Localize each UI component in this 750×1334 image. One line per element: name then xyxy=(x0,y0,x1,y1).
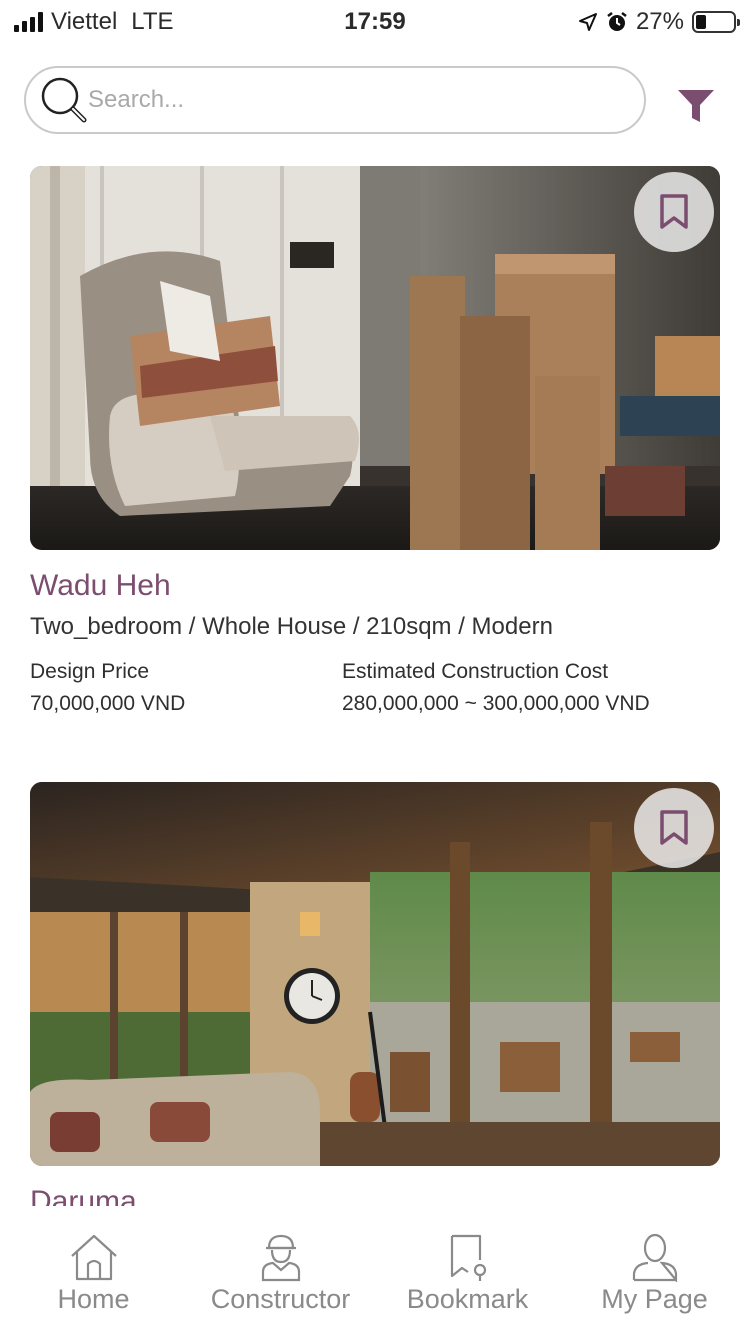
construction-cost-value: 280,000,000 ~ 300,000,000 VND xyxy=(342,692,650,715)
listing-spec: Two_bedroom / Whole House / 210sqm / Mod… xyxy=(30,613,553,640)
alarm-icon xyxy=(607,12,627,31)
home-icon xyxy=(70,1234,117,1281)
search-input[interactable] xyxy=(88,78,608,122)
bookmark-icon xyxy=(660,194,688,229)
construction-cost: Estimated Construction Cost 280,000,000 … xyxy=(342,656,650,720)
search-bar[interactable] xyxy=(24,66,646,134)
listing-image[interactable] xyxy=(30,166,720,550)
tab-home[interactable]: Home xyxy=(0,1232,187,1315)
interior-photo xyxy=(30,782,720,1166)
filter-icon[interactable] xyxy=(674,86,718,126)
listing-card[interactable]: Daruma xyxy=(30,782,720,1222)
design-price-label: Design Price xyxy=(30,660,150,683)
bookmark-button[interactable] xyxy=(634,172,714,252)
user-icon xyxy=(632,1233,677,1282)
bookmark-icon xyxy=(660,810,688,845)
tab-constructor[interactable]: Constructor xyxy=(187,1232,374,1315)
tab-constructor-label: Constructor xyxy=(210,1284,351,1314)
tab-home-label: Home xyxy=(57,1284,130,1314)
search-icon xyxy=(41,77,87,123)
tab-my-page-label: My Page xyxy=(601,1284,708,1314)
bookmark-button[interactable] xyxy=(634,788,714,868)
design-price-value: 70,000,000 VND xyxy=(30,692,186,715)
tab-bar: Home Constructor Bookmark My Page xyxy=(0,1206,750,1334)
interior-photo xyxy=(30,166,720,550)
listing-title[interactable]: Wadu Heh xyxy=(30,566,720,606)
construction-cost-label: Estimated Construction Cost xyxy=(342,660,609,683)
battery-percent: 27% xyxy=(635,8,684,35)
bookmark-tab-icon xyxy=(450,1234,486,1281)
constructor-icon xyxy=(261,1234,300,1282)
battery-icon xyxy=(692,11,740,33)
design-price: Design Price 70,000,000 VND xyxy=(30,656,185,720)
tab-bookmark[interactable]: Bookmark xyxy=(374,1232,561,1315)
listing-image[interactable] xyxy=(30,782,720,1166)
status-right: 27% xyxy=(578,8,740,36)
status-bar: Viettel LTE 17:59 27% xyxy=(0,0,750,44)
location-arrow-icon xyxy=(578,13,597,31)
listing-card[interactable]: Wadu Heh Two_bedroom / Whole House / 210… xyxy=(30,166,720,726)
tab-my-page[interactable]: My Page xyxy=(561,1232,748,1315)
price-row: Design Price 70,000,000 VND Estimated Co… xyxy=(30,656,720,726)
tab-bookmark-label: Bookmark xyxy=(406,1284,529,1314)
